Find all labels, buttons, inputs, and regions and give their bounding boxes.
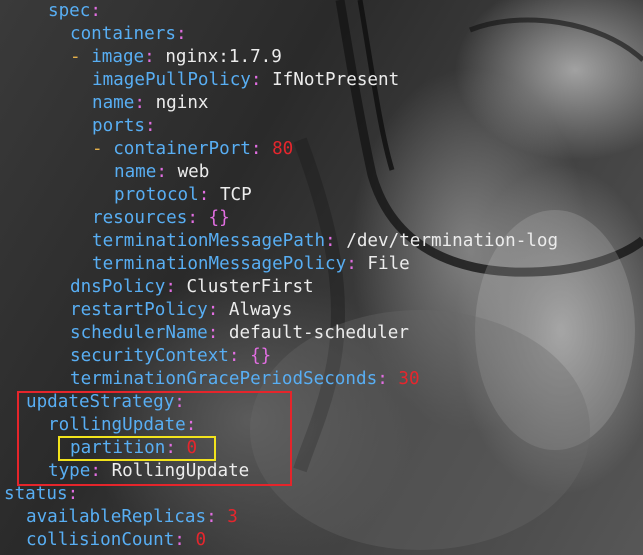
collision-count-line: collisionCount: 0	[26, 530, 207, 550]
ports-line: ports:	[92, 116, 156, 136]
dns-policy-line: dnsPolicy: ClusterFirst	[70, 277, 314, 297]
restart-policy-line: restartPolicy: Always	[70, 300, 293, 320]
status-line: status:	[4, 484, 79, 504]
termination-grace-line: terminationGracePeriodSeconds: 30	[70, 369, 420, 389]
container-port-line: - containerPort: 80	[92, 139, 294, 159]
security-context-line: securityContext: {}	[70, 346, 272, 366]
partition-highlight-box	[58, 436, 216, 461]
containers-line: containers:	[70, 24, 187, 44]
resources-line: resources: {}	[92, 208, 230, 228]
protocol-line: protocol: TCP	[114, 185, 252, 205]
available-replicas-line: availableReplicas: 3	[26, 507, 238, 527]
name-line: name: nginx	[92, 93, 209, 113]
spec-line: spec:	[48, 1, 101, 21]
termination-message-path-line: terminationMessagePath: /dev/termination…	[92, 231, 559, 251]
termination-message-policy-line: terminationMessagePolicy: File	[92, 254, 410, 274]
port-name-line: name: web	[114, 162, 210, 182]
image-pull-policy-line: imagePullPolicy: IfNotPresent	[92, 70, 400, 90]
image-line: - image: nginx:1.7.9	[70, 47, 282, 67]
scheduler-name-line: schedulerName: default-scheduler	[70, 323, 409, 343]
